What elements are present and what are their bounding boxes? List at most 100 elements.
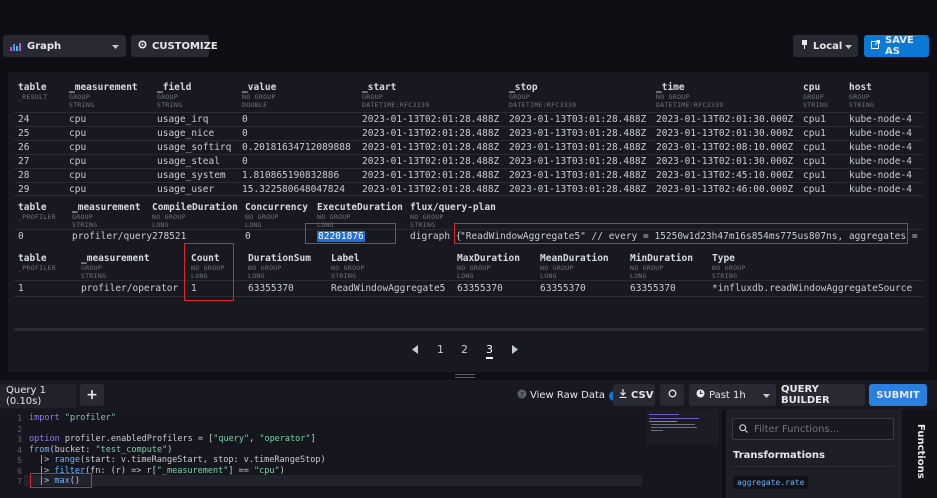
table-cell: cpu — [69, 128, 87, 139]
query-tab[interactable]: Query 1 (0.10s) — [0, 384, 76, 408]
pin-icon — [801, 40, 808, 52]
column-header[interactable]: MeanDuration NO GROUP LONG — [540, 253, 609, 280]
table-cell: cpu — [69, 170, 87, 181]
column-header[interactable]: _measurement GROUP STRING — [69, 82, 138, 109]
table-cell: 2023-01-13T03:01:28.488Z — [509, 184, 647, 195]
line-number: 3 — [17, 435, 22, 444]
time-range-label: Past 1h — [709, 389, 746, 401]
column-header[interactable]: _field GROUP STRING — [157, 82, 191, 109]
column-header[interactable]: Label NO GROUP STRING — [331, 253, 365, 280]
table-cell: kube-node-4 — [849, 184, 912, 195]
page-link-2[interactable]: 2 — [461, 343, 468, 356]
functions-side-tab[interactable]: Functions — [903, 410, 937, 498]
refresh-button[interactable] — [660, 384, 684, 406]
panel-resize-handle[interactable] — [455, 374, 475, 379]
table-cell: 1.810865190832886 — [242, 170, 340, 181]
visualization-type-dropdown[interactable]: Graph — [3, 35, 126, 57]
timezone-dropdown[interactable]: Local — [793, 35, 858, 57]
query-bar: Query 1 (0.10s) + ? View Raw Data CSV Pa… — [0, 380, 937, 410]
highlight-box-count — [184, 243, 234, 301]
column-header[interactable]: Type NO GROUP STRING — [712, 253, 746, 280]
active-line — [24, 475, 642, 486]
code-line: |> range(start: v.timeRangeStart, stop: … — [39, 455, 326, 465]
time-range-dropdown[interactable]: Past 1h — [689, 384, 776, 406]
column-header[interactable]: CompileDuration NO GROUP LONG — [152, 202, 238, 229]
prev-page-icon[interactable] — [412, 343, 418, 357]
table-cell: usage_steal — [157, 156, 220, 167]
page-link-1[interactable]: 1 — [437, 343, 444, 356]
save-as-button[interactable]: SAVE AS — [864, 35, 929, 57]
column-header[interactable]: cpu GROUP STRING — [803, 82, 828, 109]
timezone-label: Local — [813, 40, 843, 52]
table-cell: kube-node-4 — [849, 156, 912, 167]
code-line: import "profiler" — [29, 413, 117, 423]
table-cell: 0.20181634712089888 — [242, 142, 351, 153]
table-cell: 2023-01-13T02:01:28.488Z — [362, 142, 500, 153]
function-item[interactable]: aggregate.rate — [733, 476, 809, 489]
view-raw-data-toggle[interactable]: ? View Raw Data — [517, 389, 627, 402]
line-number: 6 — [17, 466, 22, 476]
line-number: 7 — [17, 477, 22, 486]
column-header[interactable]: host GROUP STRING — [849, 82, 874, 109]
line-number: 5 — [17, 456, 22, 465]
table-cell: cpu — [69, 156, 87, 167]
table-cell: 2023-01-13T02:46:00.000Z — [656, 184, 794, 195]
column-header[interactable]: _time NO GROUP DATETIME:RFC3339 — [656, 82, 723, 109]
column-header[interactable]: MinDuration NO GROUP LONG — [630, 253, 693, 280]
flux-script-editor[interactable]: 1 2 3 4 5 6 7 import "profiler" option p… — [0, 410, 722, 498]
column-header[interactable]: table _RESULT — [18, 82, 48, 101]
table-cell: cpu1 — [803, 156, 826, 167]
table-cell: 2023-01-13T03:01:28.488Z — [509, 156, 647, 167]
table-cell: 0 — [245, 231, 251, 242]
column-header[interactable]: DurationSum NO GROUP LONG — [248, 253, 311, 280]
table-cell: 2023-01-13T02:45:10.000Z — [656, 170, 794, 181]
table-cell: 2023-01-13T02:08:10.000Z — [656, 142, 794, 153]
results-panel: table _RESULT _measurement GROUP STRING _fi… — [8, 72, 929, 372]
column-header[interactable]: MaxDuration NO GROUP LONG — [457, 253, 520, 280]
query-builder-label: QUERY BUILDER — [781, 384, 830, 406]
refresh-icon — [668, 389, 677, 401]
page-link-3[interactable]: 3 — [486, 343, 493, 359]
table-cell: usage_system — [157, 170, 226, 181]
table-cell: cpu1 — [803, 128, 826, 139]
column-header[interactable]: _measurement GROUP STRING — [81, 253, 150, 280]
graph-icon — [10, 42, 22, 51]
column-header[interactable]: table _PROFILER — [18, 202, 56, 221]
highlight-box-execute-duration — [305, 223, 396, 244]
result-table-1: table _RESULT _measurement GROUP STRING _fi… — [14, 82, 924, 196]
editor-minimap[interactable] — [646, 410, 718, 444]
caret-down-icon — [112, 42, 119, 53]
horizontal-scrollbar[interactable] — [14, 328, 924, 331]
clock-icon — [696, 389, 705, 401]
graph-label: Graph — [27, 40, 62, 52]
query-builder-button[interactable]: QUERY BUILDER — [781, 384, 865, 406]
table-cell: 63355370 — [457, 283, 503, 294]
customize-label: CUSTOMIZE — [152, 40, 218, 52]
caret-down-icon — [845, 42, 852, 53]
column-header[interactable]: _stop GROUP DATETIME:RFC3339 — [509, 82, 576, 109]
column-header[interactable]: Concurrency NO GROUP LONG — [245, 202, 308, 229]
column-header[interactable]: _start GROUP DATETIME:RFC3339 — [362, 82, 429, 109]
customize-button[interactable]: CUSTOMIZE — [131, 35, 218, 57]
table-cell: usage_nice — [157, 128, 215, 139]
next-page-icon[interactable] — [512, 343, 518, 357]
result-table-2: table _PROFILER _measurement GROUP STRING C… — [14, 202, 924, 246]
add-query-button[interactable]: + — [80, 384, 104, 406]
table-cell: 2023-01-13T02:01:28.488Z — [362, 114, 500, 125]
table-cell: 63355370 — [630, 283, 676, 294]
top-toolbar: Graph CUSTOMIZE Local SAVE AS — [0, 0, 937, 72]
table-cell: cpu1 — [803, 170, 826, 181]
table-cell: 63355370 — [248, 283, 294, 294]
table-cell: kube-node-4 — [849, 142, 912, 153]
export-icon — [871, 40, 880, 52]
column-header[interactable]: table _PROFILER — [18, 253, 56, 272]
download-icon — [619, 389, 627, 401]
column-header[interactable]: _value NO GROUP DOUBLE — [242, 82, 276, 109]
csv-button[interactable]: CSV — [613, 384, 655, 406]
function-search-input[interactable]: Filter Functions... — [732, 418, 894, 440]
gear-icon — [138, 40, 147, 52]
table-cell: 2023-01-13T03:01:28.488Z — [509, 114, 647, 125]
submit-button[interactable]: SUBMIT — [869, 384, 927, 406]
column-header[interactable]: _measurement GROUP STRING — [72, 202, 141, 229]
table-cell: cpu — [69, 142, 87, 153]
